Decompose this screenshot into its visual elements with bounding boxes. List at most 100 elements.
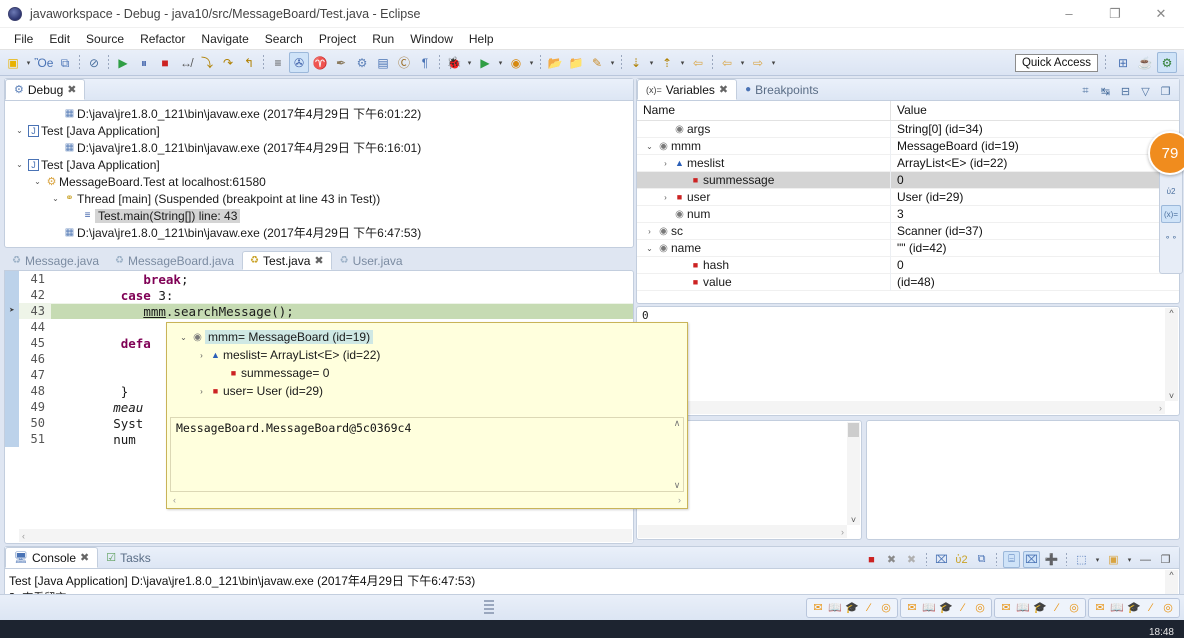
perspective-debug-icon[interactable]: ⚙ — [1157, 52, 1177, 73]
popup-tree-row[interactable]: › ▲ meslist= ArrayList<E> (id=22) — [167, 346, 687, 364]
menu-item-project[interactable]: Project — [311, 30, 364, 48]
menu-item-run[interactable]: Run — [364, 30, 402, 48]
variable-hover-popup[interactable]: ⌄ ◉ mmm= MessageBoard (id=19) › ▲ meslist= Ar… — [166, 322, 688, 509]
tab-tasks[interactable]: ☑ Tasks — [98, 547, 159, 568]
cap-icon[interactable]: 🎓 — [939, 601, 953, 615]
tab-variables[interactable]: (x)= Variables ✖ — [637, 79, 738, 100]
globe-icon[interactable]: ◎ — [973, 601, 987, 615]
popup-tree-row[interactable]: ⌄ ◉ mmm= MessageBoard (id=19) — [167, 328, 687, 346]
forward-left-icon[interactable]: ⇦ — [717, 52, 737, 73]
cap-icon[interactable]: 🎓 — [1033, 601, 1047, 615]
editor-tab-user[interactable]: ♻ User.java — [332, 251, 411, 270]
tab-debug[interactable]: ⚙ Debug ✖ — [5, 79, 86, 100]
new-class-icon[interactable]: Ⓒ — [394, 52, 414, 73]
variables-row[interactable]: ⌄ ◉ name "" (id=42) — [637, 239, 1179, 257]
step-return-icon[interactable]: ↰ — [239, 52, 259, 73]
pen-icon[interactable]: ∕ — [862, 601, 876, 615]
scroll-left-icon[interactable]: ‹ — [22, 531, 25, 541]
new-package-icon[interactable]: ¶ — [415, 52, 435, 73]
pin-console-icon[interactable]: ⌸ — [1003, 551, 1020, 568]
twisty-icon[interactable]: › — [195, 387, 208, 396]
save-icon[interactable]: Ὃe — [34, 52, 54, 73]
variables-row[interactable]: ■ value (id=48) — [637, 273, 1179, 291]
minimize-view-icon[interactable]: ❐ — [1157, 83, 1174, 100]
tab-console[interactable]: 🖥 Console ✖ — [5, 547, 99, 568]
instruction-stepping-icon[interactable]: ≡ — [268, 52, 288, 73]
chevron-down-icon[interactable]: ▾ — [608, 52, 617, 73]
scroll-right-icon[interactable]: › — [678, 495, 681, 505]
code-line[interactable]: ➤ 43 mmm.searchMessage(); — [5, 303, 633, 319]
breakpoints-shortcut-icon[interactable]: ⚬⚬ — [1161, 228, 1181, 246]
chevron-down-icon[interactable]: ▾ — [1125, 551, 1134, 568]
debug-tree-row[interactable]: ⌄ ⚭ Thread [main] (Suspended (breakpoint a… — [5, 190, 633, 207]
popup-tree-row[interactable]: ■ summessage= 0 — [167, 364, 687, 382]
quick-access-input[interactable]: Quick Access — [1014, 53, 1098, 72]
close-icon[interactable]: ✖ — [719, 83, 728, 96]
variables-row[interactable]: ◉ num 3 — [637, 205, 1179, 223]
tab-breakpoints[interactable]: ● Breakpoints — [737, 79, 826, 100]
debug-icon[interactable]: 🐞 — [444, 52, 464, 73]
scroll-right-icon[interactable]: › — [1159, 403, 1162, 413]
open-perspective-icon[interactable]: ⊞ — [1113, 52, 1133, 73]
cap-icon[interactable]: 🎓 — [1127, 601, 1141, 615]
new-java-project-icon[interactable]: ▤ — [373, 52, 393, 73]
aux-vertical-scrollbar[interactable]: ˅ — [847, 422, 860, 525]
step-into-icon[interactable]: ⤵ — [197, 52, 217, 73]
twisty-icon[interactable]: ⌄ — [177, 333, 190, 342]
variables-row[interactable]: ◉ args String[0] (id=34) — [637, 120, 1179, 138]
code-line[interactable]: 41 break; — [5, 271, 633, 287]
disconnect-icon[interactable]: ↮ — [176, 52, 196, 73]
chevron-down-icon[interactable]: ▾ — [496, 52, 505, 73]
prev-annotation-icon[interactable]: ⇡ — [657, 52, 677, 73]
variables-row[interactable]: ⌄ ◉ mmm MessageBoard (id=19) — [637, 137, 1179, 155]
scroll-up-icon[interactable]: ^ — [1169, 308, 1173, 318]
book-icon[interactable]: 📖 — [828, 601, 842, 615]
twisty-icon[interactable]: ⌄ — [643, 244, 656, 253]
variables-row[interactable]: ■ hash 0 — [637, 256, 1179, 274]
book-icon[interactable]: 📖 — [1016, 601, 1030, 615]
variables-shortcut-icon[interactable]: (x)= — [1161, 205, 1181, 223]
remove-all-terminated-icon[interactable]: ✖ — [903, 551, 920, 568]
twisty-icon[interactable]: › — [643, 227, 656, 236]
detail-horizontal-scrollbar[interactable]: › — [638, 401, 1165, 414]
editor-tab-message[interactable]: ♻ Message.java — [4, 251, 107, 270]
menu-item-help[interactable]: Help — [461, 30, 502, 48]
lock-icon[interactable]: ὑ2 — [1161, 182, 1181, 200]
editor-horizontal-scrollbar[interactable]: ‹ — [19, 529, 632, 542]
popup-horizontal-scrollbar[interactable]: ‹ › — [170, 493, 684, 506]
close-button[interactable]: ✕ — [1138, 0, 1184, 28]
variables-row[interactable]: › ◉ sc Scanner (id=37) — [637, 222, 1179, 240]
debug-tree-row[interactable]: ▦ D:\java\jre1.8.0_121\bin\javaw.exe (201… — [5, 105, 633, 122]
scroll-up-icon[interactable]: ^ — [1169, 570, 1173, 580]
chevron-down-icon[interactable]: ▾ — [647, 52, 656, 73]
show-console-on-output-icon[interactable]: ⧉ — [973, 551, 990, 568]
chevron-down-icon[interactable]: ▾ — [527, 52, 536, 73]
run-icon[interactable]: ▶ — [475, 52, 495, 73]
debug-tree-row[interactable]: ▦ D:\java\jre1.8.0_121\bin\javaw.exe (201… — [5, 224, 633, 241]
menu-item-navigate[interactable]: Navigate — [193, 30, 256, 48]
popup-vertical-scrollbar[interactable]: ∧ ∨ — [671, 418, 683, 491]
twisty-icon[interactable]: ⌄ — [49, 194, 62, 203]
show-logical-structure-icon[interactable]: ⌗ — [1077, 83, 1094, 100]
scroll-up-icon[interactable]: ∧ — [674, 418, 681, 429]
skip-breakpoints-icon[interactable]: ⊘ — [84, 52, 104, 73]
open-resource-icon[interactable]: 📂 — [545, 52, 565, 73]
menu-item-window[interactable]: Window — [402, 30, 461, 48]
next-annotation-icon[interactable]: ⇣ — [626, 52, 646, 73]
pen-icon[interactable]: ∕ — [956, 601, 970, 615]
twisty-icon[interactable]: ⌄ — [643, 142, 656, 151]
chevron-down-icon[interactable]: ▾ — [465, 52, 474, 73]
new-wizard-icon[interactable]: ▣ — [3, 52, 23, 73]
run-coverage-icon[interactable]: ◉ — [506, 52, 526, 73]
maximize-icon[interactable]: ❐ — [1157, 551, 1174, 568]
scroll-down-icon[interactable]: ˅ — [851, 515, 856, 525]
pen-icon[interactable]: ∕ — [1144, 601, 1158, 615]
mail-icon[interactable]: ✉ — [905, 601, 919, 615]
variables-row[interactable]: › ▲ meslist ArrayList<E> (id=22) — [637, 154, 1179, 172]
editor-tab-test[interactable]: ♻ Test.java ✖ — [242, 251, 332, 270]
scroll-lock-icon[interactable]: ὑ2 — [953, 551, 970, 568]
menu-item-edit[interactable]: Edit — [41, 30, 78, 48]
console-options-icon[interactable]: ▣ — [1105, 551, 1122, 568]
close-icon[interactable]: ✖ — [314, 254, 323, 267]
debug-tree-row[interactable]: ⌄ J Test [Java Application] — [5, 156, 633, 173]
